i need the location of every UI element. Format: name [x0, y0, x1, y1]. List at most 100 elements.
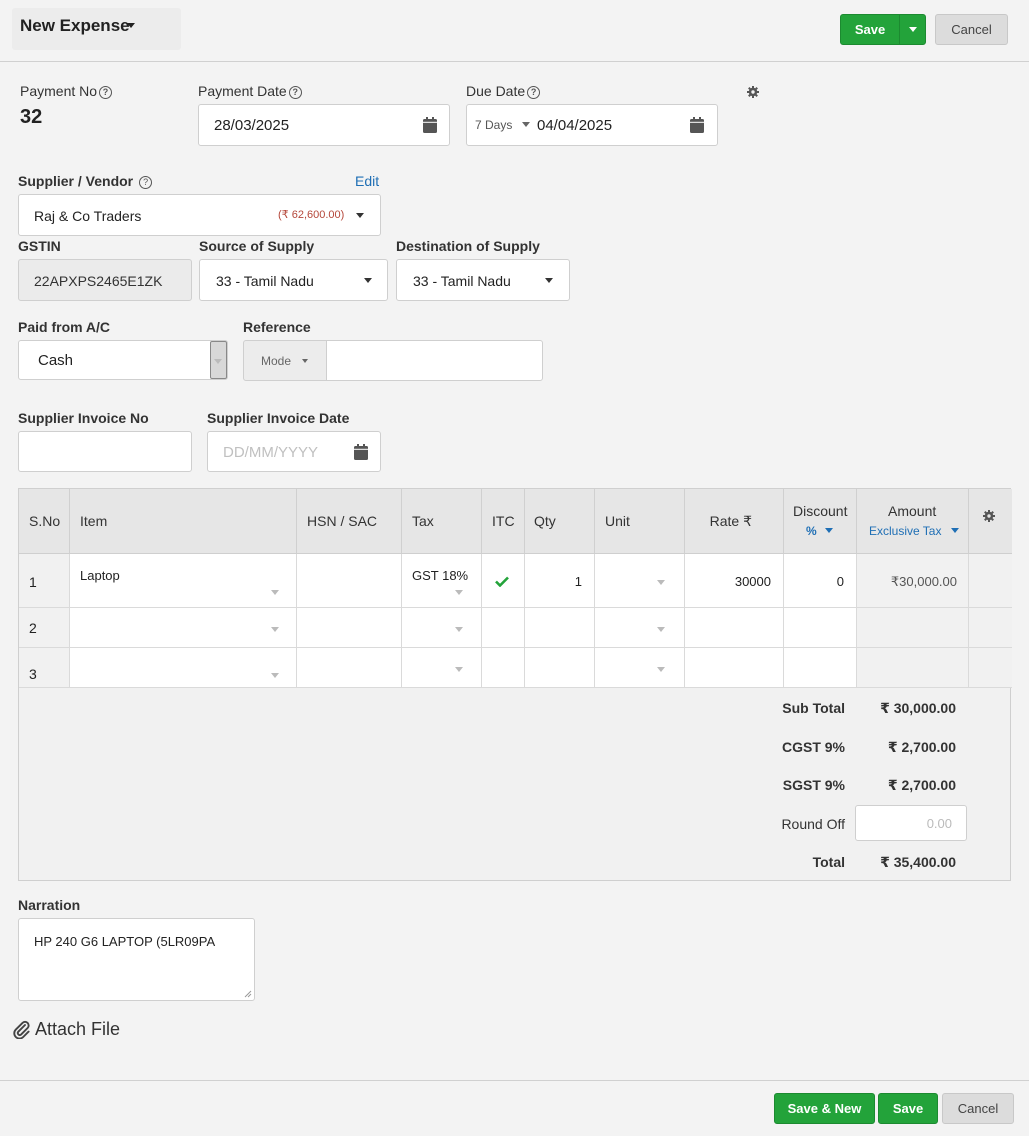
- col-header-tax: Tax: [402, 489, 482, 554]
- total-label: Total: [812, 854, 845, 870]
- supplier-invoice-no-label: Supplier Invoice No: [18, 410, 149, 426]
- col-header-tax-text: Tax: [412, 513, 434, 529]
- resize-handle-icon[interactable]: [244, 990, 252, 998]
- save-options-dropdown[interactable]: [899, 14, 926, 45]
- row-discount-cell[interactable]: 0: [784, 554, 857, 608]
- row-rate-cell[interactable]: [685, 608, 784, 648]
- narration-label: Narration: [18, 897, 81, 913]
- cgst-label: CGST 9%: [781, 739, 845, 755]
- cancel-button-top[interactable]: Cancel: [935, 14, 1008, 45]
- caret-down-icon: [950, 528, 959, 533]
- row-discount-cell[interactable]: [784, 648, 857, 688]
- row-qty-cell[interactable]: [525, 648, 595, 688]
- supplier-edit-link[interactable]: Edit: [355, 173, 379, 189]
- check-icon: [495, 576, 509, 587]
- gstin-value: 22APXPS2465E1ZK: [34, 273, 163, 289]
- round-off-label: Round Off: [781, 816, 845, 832]
- col-header-settings: [969, 489, 1012, 554]
- due-terms-select[interactable]: 7 Days: [475, 118, 530, 132]
- row-item-cell[interactable]: [70, 648, 297, 688]
- supplier-select[interactable]: Raj & Co Traders (₹ 62,600.00): [18, 194, 381, 236]
- row-rate: 30000: [734, 574, 771, 589]
- help-icon[interactable]: ?: [99, 86, 113, 99]
- gstin-field: 22APXPS2465E1ZK: [18, 259, 192, 301]
- total-value: ₹ 35,400.00: [880, 854, 956, 870]
- calendar-icon[interactable]: [354, 444, 368, 460]
- supplier-invoice-no-input[interactable]: [18, 431, 192, 472]
- caret-down-icon: [455, 667, 463, 672]
- row-tax-cell[interactable]: [402, 648, 482, 688]
- col-header-itc-text: ITC: [492, 513, 515, 529]
- supplier-invoice-date-label: Supplier Invoice Date: [207, 410, 350, 426]
- row-discount-cell[interactable]: [784, 608, 857, 648]
- row-itc-cell[interactable]: [482, 608, 525, 648]
- row-qty-cell[interactable]: 1: [525, 554, 595, 608]
- col-header-qty-text: Qty: [534, 513, 556, 529]
- save-and-new-button[interactable]: Save & New: [774, 1093, 875, 1124]
- round-off-input[interactable]: 0.00: [855, 805, 967, 841]
- row-itc-cell[interactable]: [482, 648, 525, 688]
- row-itc-cell[interactable]: [482, 554, 525, 608]
- due-date-field[interactable]: 7 Days 04/04/2025: [466, 104, 718, 146]
- row-sno: 2: [29, 620, 37, 636]
- amount-tax-mode-select[interactable]: Exclusive Tax: [869, 524, 959, 538]
- row-unit-cell[interactable]: [595, 608, 685, 648]
- paid-from-dropdown-toggle[interactable]: [210, 341, 227, 379]
- source-of-supply-select[interactable]: 33 - Tamil Nadu: [199, 259, 388, 301]
- caret-down-icon: [302, 359, 308, 363]
- save-and-new-button-label: Save & New: [787, 1101, 862, 1116]
- supplier-invoice-date-input[interactable]: DD/MM/YYYY: [207, 431, 381, 472]
- caret-down-icon: [909, 27, 917, 32]
- row-discount: 0: [836, 574, 844, 589]
- reference-input[interactable]: [326, 340, 543, 381]
- help-icon[interactable]: ?: [139, 176, 153, 189]
- destination-of-supply-label: Destination of Supply: [396, 238, 540, 254]
- row-tax-cell[interactable]: GST 18%: [402, 554, 482, 608]
- caret-down-icon: [521, 122, 530, 127]
- paid-from-label: Paid from A/C: [18, 319, 111, 335]
- row-item-cell[interactable]: [70, 608, 297, 648]
- row-hsn-cell[interactable]: [297, 648, 402, 688]
- row-rate-cell[interactable]: [685, 648, 784, 688]
- row-hsn-cell[interactable]: [297, 608, 402, 648]
- narration-textarea[interactable]: HP 240 G6 LAPTOP (5LR09PA: [18, 918, 255, 1001]
- row-tax-cell[interactable]: [402, 608, 482, 648]
- row-hsn-cell[interactable]: [297, 554, 402, 608]
- row-rate-cell[interactable]: 30000: [685, 554, 784, 608]
- save-button-top[interactable]: Save: [840, 14, 900, 45]
- col-header-unit-text: Unit: [605, 513, 630, 529]
- discount-type-select[interactable]: %: [806, 524, 834, 538]
- calendar-icon[interactable]: [690, 117, 704, 133]
- row-unit-cell[interactable]: [595, 554, 685, 608]
- destination-of-supply-value: 33 - Tamil Nadu: [413, 273, 511, 289]
- row-qty-cell[interactable]: [525, 608, 595, 648]
- save-button-bottom[interactable]: Save: [878, 1093, 938, 1124]
- reference-mode-select[interactable]: Mode: [243, 340, 327, 381]
- row-sno-cell: 1: [19, 554, 70, 608]
- due-terms-value: 7 Days: [475, 118, 513, 132]
- calendar-icon[interactable]: [423, 117, 437, 133]
- cancel-button-bottom[interactable]: Cancel: [942, 1093, 1014, 1124]
- payment-date-field[interactable]: 28/03/2025: [198, 104, 450, 146]
- row-unit-cell[interactable]: [595, 648, 685, 688]
- col-header-unit: Unit: [595, 489, 685, 554]
- row-item-cell[interactable]: Laptop: [70, 554, 297, 608]
- supplier-name: Raj & Co Traders: [34, 208, 142, 224]
- col-header-amount: Amount Exclusive Tax: [857, 489, 969, 554]
- reference-mode-label: Mode: [261, 354, 292, 368]
- col-header-sno: S.No: [19, 489, 70, 554]
- title-dropdown[interactable]: New Expense: [12, 8, 181, 50]
- payment-date-value: 28/03/2025: [214, 117, 290, 134]
- col-header-discount: Discount %: [784, 489, 857, 554]
- help-icon[interactable]: ?: [288, 86, 302, 99]
- help-icon[interactable]: ?: [527, 86, 541, 99]
- due-date-value: 04/04/2025: [537, 117, 613, 134]
- gear-icon[interactable]: [983, 510, 995, 522]
- gear-icon[interactable]: [747, 86, 759, 98]
- cancel-button-bottom-label: Cancel: [957, 1101, 999, 1116]
- due-date-label: Due Date?: [466, 83, 541, 99]
- paid-from-select[interactable]: Cash: [18, 340, 228, 380]
- subtotal-label: Sub Total: [782, 700, 845, 716]
- destination-of-supply-select[interactable]: 33 - Tamil Nadu: [396, 259, 570, 301]
- caret-down-icon: [825, 528, 834, 533]
